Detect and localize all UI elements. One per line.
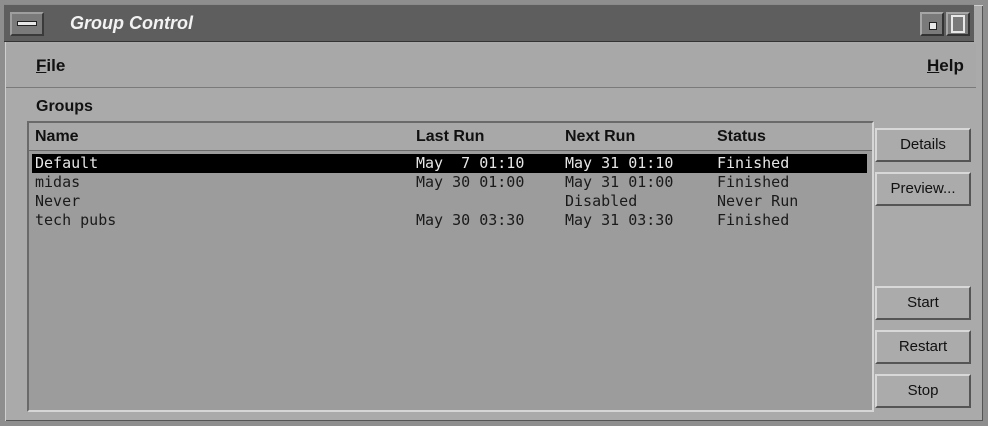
menu-file-label: ile xyxy=(46,56,66,75)
cell-next-run: May 31 03:30 xyxy=(565,211,674,229)
start-button[interactable]: Start xyxy=(875,286,971,320)
menu-help[interactable]: Help xyxy=(927,56,964,76)
cell-next-run: Disabled xyxy=(565,192,638,210)
menu-help-mnemonic: H xyxy=(927,56,940,75)
column-header-status: Status xyxy=(717,128,766,145)
menu-help-label: elp xyxy=(939,56,964,75)
window-menu-button[interactable] xyxy=(10,12,44,36)
cell-next-run: May 31 01:00 xyxy=(565,173,674,191)
window-title: Group Control xyxy=(70,13,193,33)
groups-list[interactable]: Name Last Run Next Run Status Default May… xyxy=(27,121,874,412)
cell-next-run: May 31 01:10 xyxy=(565,154,674,172)
maximize-icon xyxy=(951,15,965,33)
cell-status: Finished xyxy=(717,211,790,229)
cell-last-run: May 30 01:00 xyxy=(416,173,525,191)
table-row[interactable]: Default May 7 01:10 May 31 01:10 Finished xyxy=(32,154,867,173)
table-row[interactable]: Never Disabled Never Run xyxy=(32,192,867,211)
title-bar[interactable]: Group Control xyxy=(4,4,974,42)
column-header-next-run: Next Run xyxy=(565,128,636,145)
cell-last-run: May 30 03:30 xyxy=(416,211,525,229)
minimize-button[interactable] xyxy=(920,12,944,36)
list-rows: Default May 7 01:10 May 31 01:10 Finished mi… xyxy=(32,154,867,230)
column-header-last-run: Last Run xyxy=(416,128,485,145)
window-menu-icon xyxy=(17,21,37,26)
menu-file[interactable]: File xyxy=(36,56,65,76)
cell-name: Default xyxy=(35,154,99,172)
groups-label: Groups xyxy=(36,98,93,115)
restart-button[interactable]: Restart xyxy=(875,330,971,364)
menu-file-mnemonic: F xyxy=(36,56,47,75)
cell-name: Never xyxy=(35,192,81,210)
column-header-name: Name xyxy=(35,128,79,145)
stop-button[interactable]: Stop xyxy=(875,374,971,408)
table-row[interactable]: tech pubs May 30 03:30 May 31 03:30 Finishe… xyxy=(32,211,867,230)
cell-status: Finished xyxy=(717,173,790,191)
details-button[interactable]: Details xyxy=(875,128,971,162)
minimize-icon xyxy=(929,22,937,30)
menu-bar: File Help xyxy=(6,44,976,88)
cell-status: Finished xyxy=(717,154,790,172)
cell-last-run: May 7 01:10 xyxy=(416,154,525,172)
preview-button[interactable]: Preview... xyxy=(875,172,971,206)
cell-status: Never Run xyxy=(717,192,799,210)
table-row[interactable]: midas May 30 01:00 May 31 01:00 Finished xyxy=(32,173,867,192)
cell-name: midas xyxy=(35,173,81,191)
maximize-button[interactable] xyxy=(946,12,970,36)
cell-name: tech pubs xyxy=(35,211,117,229)
list-header: Name Last Run Next Run Status xyxy=(29,123,872,151)
